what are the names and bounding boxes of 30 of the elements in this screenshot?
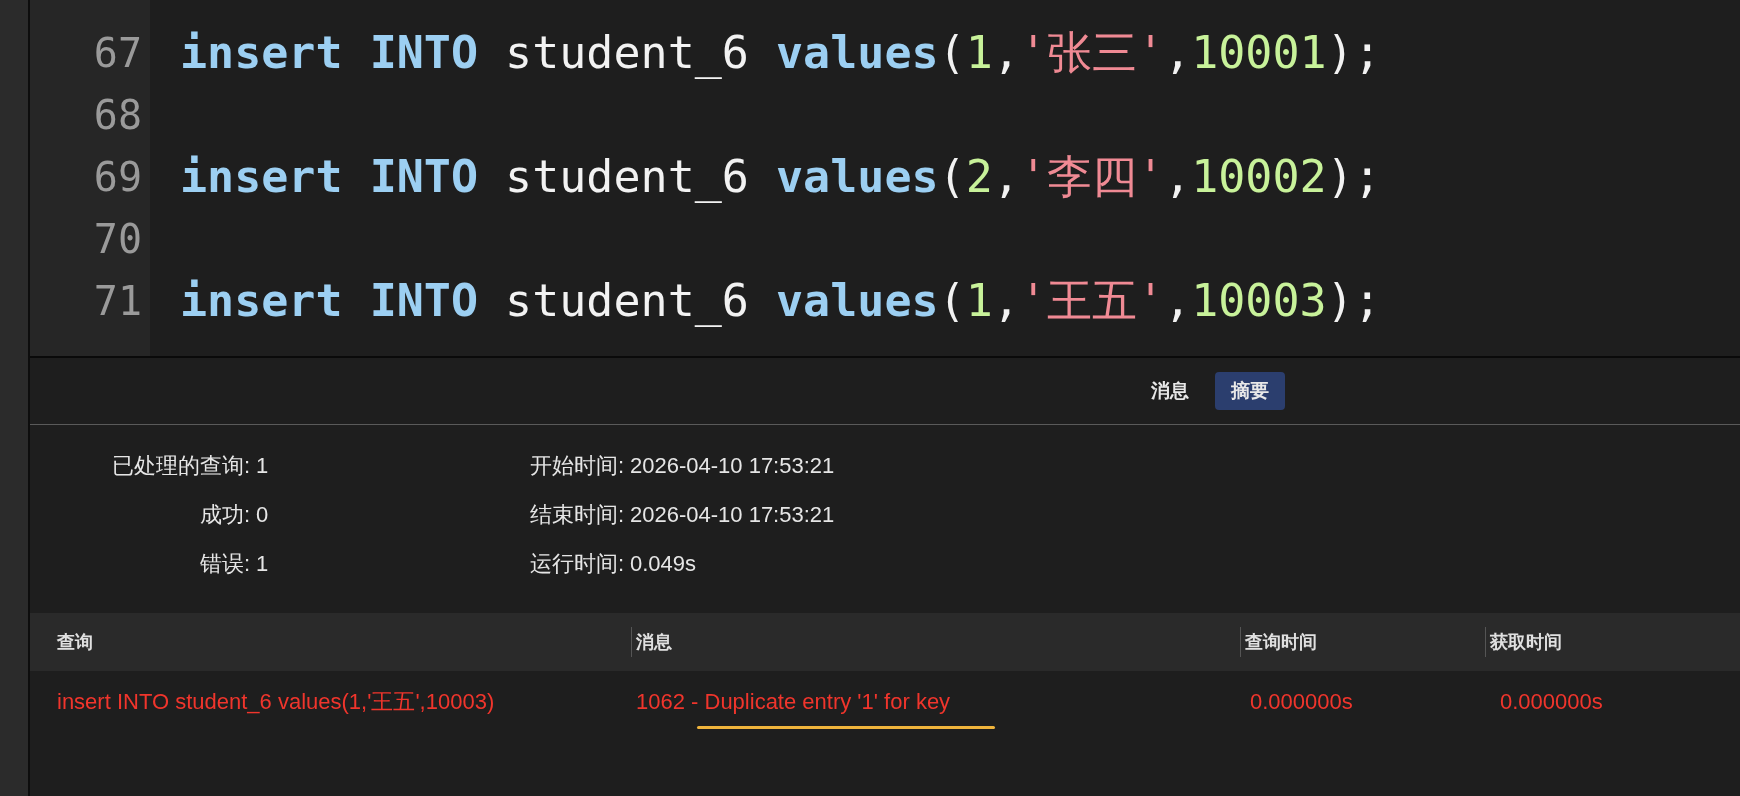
line-number: 67 <box>92 30 142 76</box>
table-cell: 1062 - Duplicate entry '1' for key <box>636 689 951 714</box>
code-line: insert INTO student_6 values(1,'张三',10001); <box>180 25 1381 81</box>
summary-value: 0 <box>256 502 270 528</box>
line-number: 68 <box>92 92 142 138</box>
table-cell: 0.000000s <box>1500 689 1603 714</box>
summary-value: 2026-04-10 17:53:21 <box>630 502 835 528</box>
table-cell: insert INTO student_6 values(1,'王五',10003) <box>57 689 495 714</box>
summary-label: 已处理的查询: <box>110 452 250 480</box>
tab[interactable]: 摘要 <box>1215 372 1285 410</box>
summary-label: 结束时间: <box>528 501 624 529</box>
summary-value: 2026-04-10 17:53:21 <box>630 453 835 479</box>
summary-value: 1 <box>256 453 270 479</box>
column-header[interactable]: 查询 <box>30 627 631 657</box>
table-cell: 0.000000s <box>1250 689 1353 714</box>
summary-label: 开始时间: <box>528 452 624 480</box>
summary-label: 错误: <box>198 550 250 578</box>
code-line: insert INTO student_6 values(1,'王五',10003); <box>180 273 1381 329</box>
column-header[interactable]: 获取时间 <box>1485 627 1740 657</box>
summary-value: 1 <box>256 551 270 577</box>
column-header[interactable]: 消息 <box>631 627 1240 657</box>
tab[interactable]: 消息 <box>1135 372 1205 410</box>
code-line: insert INTO student_6 values(2,'李四',10002); <box>180 149 1381 205</box>
summary-label: 运行时间: <box>528 550 624 578</box>
line-number: 69 <box>92 154 142 200</box>
summary-label: 成功: <box>198 501 250 529</box>
line-number: 71 <box>92 278 142 324</box>
summary-value: 0.049s <box>630 551 697 577</box>
column-header[interactable]: 查询时间 <box>1240 627 1485 657</box>
line-number: 70 <box>92 216 142 262</box>
